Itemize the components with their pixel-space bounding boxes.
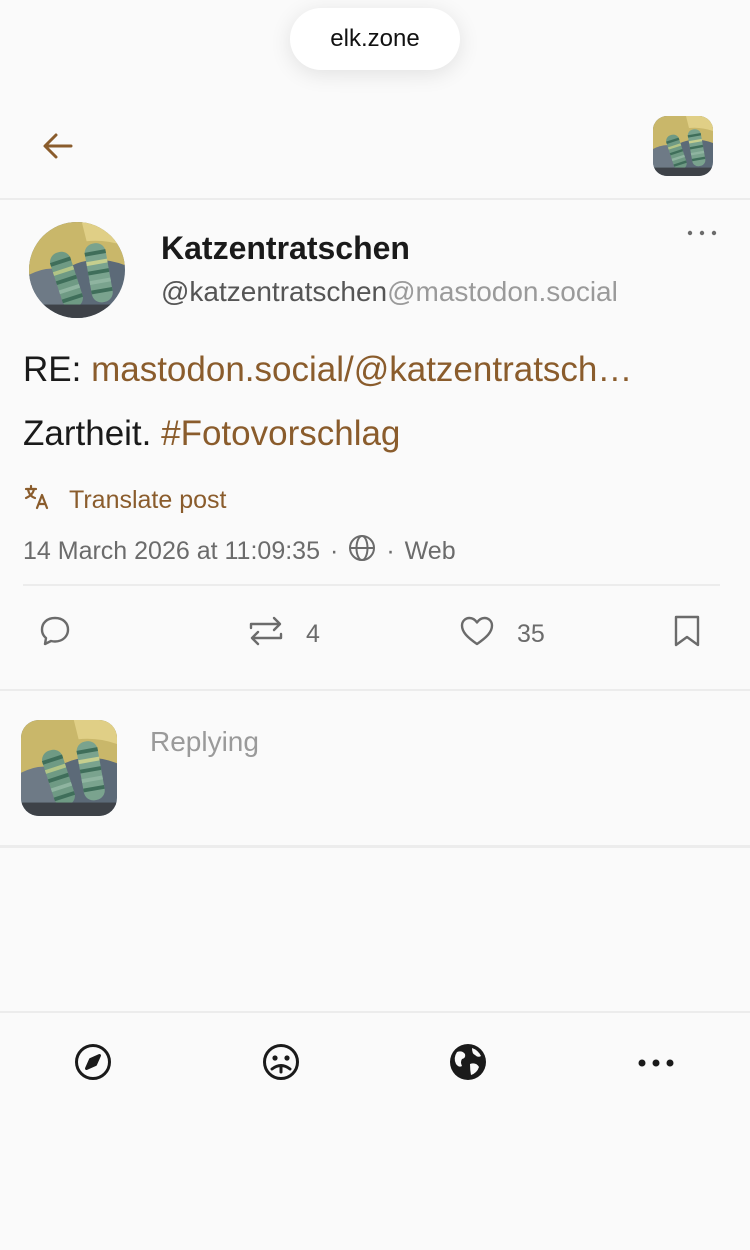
compass-icon (73, 1042, 113, 1087)
author-display-name[interactable]: Katzentratschen (161, 230, 410, 267)
divider (0, 1011, 750, 1013)
meta-separator: · (386, 536, 395, 565)
quoted-post-link[interactable]: mastodon.social/@katzentratsch… (91, 350, 632, 389)
post-content-line-1: RE: mastodon.social/@katzentratsch… (23, 350, 632, 390)
content-text: Zartheit. (23, 414, 162, 453)
handle-user: @katzentratschen (161, 276, 388, 307)
boost-button[interactable]: 4 (248, 612, 320, 656)
globe-icon (448, 1042, 488, 1087)
nav-federated[interactable] (444, 1040, 492, 1088)
post-timestamp[interactable]: 14 March 2026 at 11:09:35 (23, 537, 320, 566)
url-bar[interactable]: elk.zone (290, 8, 460, 70)
author-handle[interactable]: @katzentratschen@mastodon.social (161, 276, 618, 308)
translate-icon (23, 483, 51, 518)
post-client: Web (404, 536, 456, 565)
meta-separator: · (329, 536, 339, 565)
nav-more[interactable] (632, 1040, 680, 1088)
reply-input[interactable]: Replying (150, 726, 710, 766)
more-horizontal-icon (686, 224, 718, 242)
post-meta: 14 March 2026 at 11:09:35 · · Web (23, 534, 456, 568)
post-more-button[interactable] (680, 218, 724, 248)
url-text: elk.zone (330, 25, 420, 52)
post-content-line-2: Zartheit. #Fotovorschlag (23, 414, 400, 454)
content-prefix: RE: (23, 350, 92, 389)
divider (0, 845, 750, 848)
globe-visibility-icon (348, 534, 376, 569)
nav-local[interactable] (257, 1040, 305, 1088)
reply-button[interactable] (38, 612, 72, 656)
divider (23, 584, 720, 586)
bookmark-button[interactable] (672, 612, 702, 656)
reply-icon (38, 614, 72, 655)
nav-explore[interactable] (69, 1040, 117, 1088)
account-avatar[interactable] (653, 116, 713, 176)
divider (0, 689, 750, 691)
handle-server: @mastodon.social (387, 276, 618, 307)
favourite-count: 35 (517, 619, 545, 648)
arrow-left-icon (41, 131, 75, 166)
page: elk.zone Katzentratschen @katzentratsche… (0, 0, 750, 1250)
hashtag-link[interactable]: #Fotovorschlag (161, 414, 400, 453)
post-author-avatar[interactable] (29, 222, 125, 318)
composer-avatar (21, 720, 117, 816)
bookmark-icon (672, 614, 702, 655)
boost-count: 4 (306, 619, 320, 648)
heart-icon (459, 614, 495, 655)
translate-post-button[interactable]: Translate post (23, 482, 226, 518)
back-button[interactable] (30, 120, 86, 176)
divider (0, 198, 750, 200)
face-icon (261, 1042, 301, 1087)
repeat-icon (248, 614, 284, 655)
favourite-button[interactable]: 35 (459, 612, 545, 656)
more-icon (637, 1055, 675, 1073)
translate-label: Translate post (69, 485, 227, 514)
